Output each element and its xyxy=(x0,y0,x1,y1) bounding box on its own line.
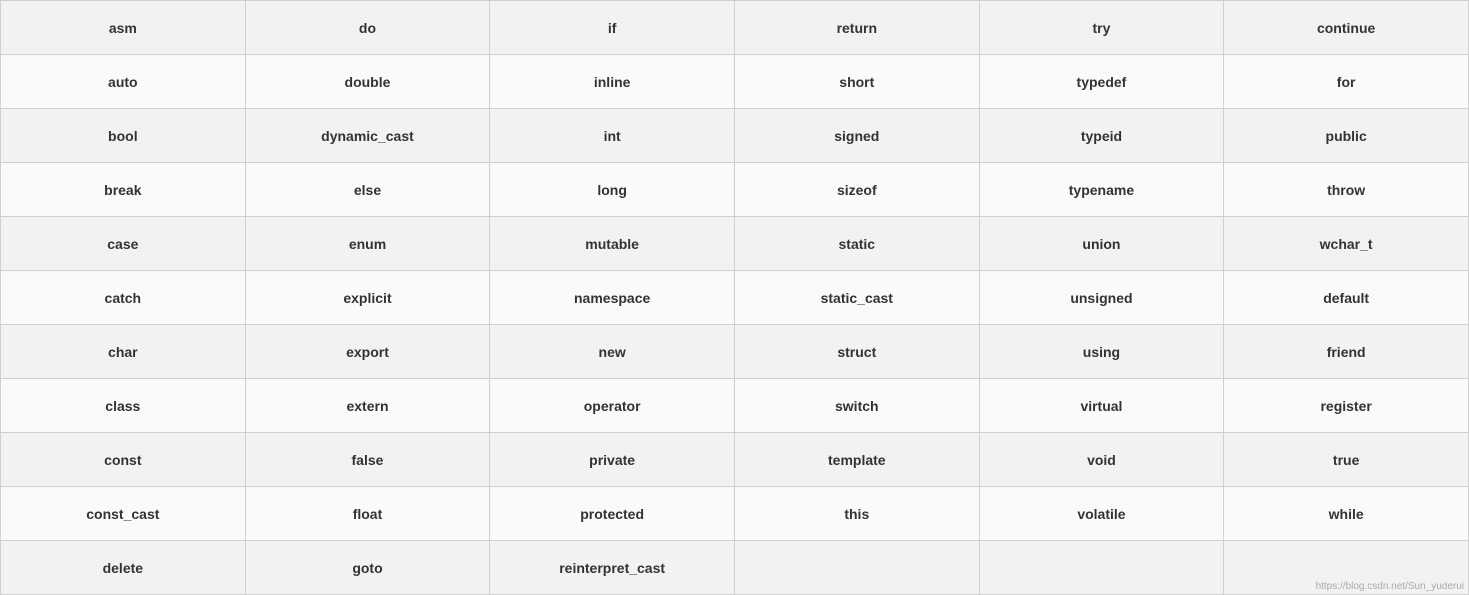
table-cell: new xyxy=(490,325,735,379)
table-cell: wchar_t xyxy=(1224,217,1469,271)
table-row: constfalseprivatetemplatevoidtrue xyxy=(1,433,1469,487)
table-cell: return xyxy=(734,1,979,55)
table-cell: template xyxy=(734,433,979,487)
table-cell: reinterpret_cast xyxy=(490,541,735,595)
table-cell: catch xyxy=(1,271,246,325)
table-cell: public xyxy=(1224,109,1469,163)
table-row: breakelselongsizeoftypenamethrow xyxy=(1,163,1469,217)
table-cell: continue xyxy=(1224,1,1469,55)
table-cell: long xyxy=(490,163,735,217)
table-cell: const xyxy=(1,433,246,487)
table-cell: using xyxy=(979,325,1224,379)
table-cell: auto xyxy=(1,55,246,109)
table-cell: this xyxy=(734,487,979,541)
table-cell: default xyxy=(1224,271,1469,325)
table-cell: export xyxy=(245,325,490,379)
table-cell: break xyxy=(1,163,246,217)
table-cell: try xyxy=(979,1,1224,55)
table-row: booldynamic_castintsignedtypeidpublic xyxy=(1,109,1469,163)
table-row: deletegotoreinterpret_cast https://blog.c… xyxy=(1,541,1469,595)
table-cell: virtual xyxy=(979,379,1224,433)
table-cell: char xyxy=(1,325,246,379)
table-cell: false xyxy=(245,433,490,487)
table-cell: double xyxy=(245,55,490,109)
table-cell: signed xyxy=(734,109,979,163)
watermark-text: https://blog.csdn.net/Sun_yuderui xyxy=(1316,581,1464,592)
table-cell: struct xyxy=(734,325,979,379)
table-cell: dynamic_cast xyxy=(245,109,490,163)
table-cell: if xyxy=(490,1,735,55)
table-cell: goto xyxy=(245,541,490,595)
table-cell: class xyxy=(1,379,246,433)
table-cell: https://blog.csdn.net/Sun_yuderui xyxy=(1224,541,1469,595)
table-cell: true xyxy=(1224,433,1469,487)
table-row: classexternoperatorswitchvirtualregister xyxy=(1,379,1469,433)
table-row: const_castfloatprotectedthisvolatilewhil… xyxy=(1,487,1469,541)
table-cell: unsigned xyxy=(979,271,1224,325)
table-cell: void xyxy=(979,433,1224,487)
table-row: autodoubleinlineshorttypedeffor xyxy=(1,55,1469,109)
table-cell: operator xyxy=(490,379,735,433)
table-cell: switch xyxy=(734,379,979,433)
table-row: charexportnewstructusingfriend xyxy=(1,325,1469,379)
table-cell: asm xyxy=(1,1,246,55)
table-cell: do xyxy=(245,1,490,55)
table-cell: short xyxy=(734,55,979,109)
table-cell: sizeof xyxy=(734,163,979,217)
table-cell: union xyxy=(979,217,1224,271)
table-row: catchexplicitnamespacestatic_castunsigne… xyxy=(1,271,1469,325)
table-cell: typedef xyxy=(979,55,1224,109)
table-cell: throw xyxy=(1224,163,1469,217)
table-cell xyxy=(979,541,1224,595)
table-row: asmdoifreturntrycontinue xyxy=(1,1,1469,55)
table-cell: while xyxy=(1224,487,1469,541)
table-cell: protected xyxy=(490,487,735,541)
table-cell: case xyxy=(1,217,246,271)
table-cell: for xyxy=(1224,55,1469,109)
keywords-table-wrapper: asmdoifreturntrycontinueautodoubleinline… xyxy=(0,0,1469,595)
table-row: caseenummutablestaticunionwchar_t xyxy=(1,217,1469,271)
table-cell: bool xyxy=(1,109,246,163)
table-cell: volatile xyxy=(979,487,1224,541)
table-cell: static_cast xyxy=(734,271,979,325)
table-cell: register xyxy=(1224,379,1469,433)
table-cell: friend xyxy=(1224,325,1469,379)
table-cell: inline xyxy=(490,55,735,109)
table-cell: int xyxy=(490,109,735,163)
table-cell: typeid xyxy=(979,109,1224,163)
table-cell: extern xyxy=(245,379,490,433)
table-cell: explicit xyxy=(245,271,490,325)
table-cell: typename xyxy=(979,163,1224,217)
table-cell: mutable xyxy=(490,217,735,271)
table-cell: static xyxy=(734,217,979,271)
cpp-keywords-table: asmdoifreturntrycontinueautodoubleinline… xyxy=(0,0,1469,595)
table-cell: float xyxy=(245,487,490,541)
table-cell: namespace xyxy=(490,271,735,325)
table-cell xyxy=(734,541,979,595)
table-cell: else xyxy=(245,163,490,217)
table-cell: enum xyxy=(245,217,490,271)
table-cell: private xyxy=(490,433,735,487)
table-cell: delete xyxy=(1,541,246,595)
table-cell: const_cast xyxy=(1,487,246,541)
